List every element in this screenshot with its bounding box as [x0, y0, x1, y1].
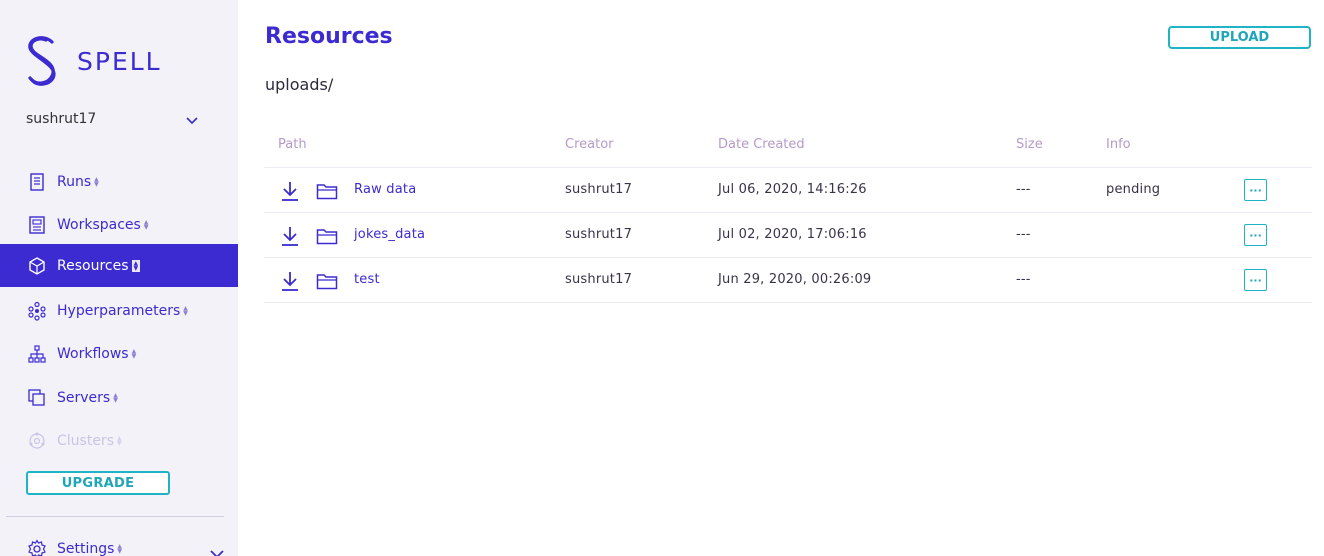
- sort-icon: ▲ ▼: [117, 543, 123, 555]
- resource-date: Jun 29, 2020, 00:26:09: [718, 272, 872, 287]
- sort-icon: ▲ ▼: [183, 304, 188, 317]
- spell-logo-icon: [28, 36, 56, 86]
- resource-date: Jul 06, 2020, 14:16:26: [718, 182, 867, 197]
- resource-name[interactable]: jokes_data: [354, 227, 425, 242]
- brand-name: SPELL: [77, 46, 162, 76]
- hierarchy-icon: [27, 344, 47, 364]
- table-row: Raw data sushrut17 Jul 06, 2020, 14:16:2…: [264, 168, 1312, 213]
- sidebar-item-label: Runs: [57, 173, 92, 190]
- chevron-down-icon: [186, 110, 198, 129]
- page-title: Resources: [265, 24, 393, 49]
- sidebar-item-workflows[interactable]: Workflows ▲ ▼: [0, 332, 238, 375]
- resource-size: ---: [1016, 227, 1031, 242]
- sidebar: SPELL sushrut17 Runs ▲ ▼ Workspaces ▲ ▼ Re…: [0, 0, 238, 556]
- resource-size: ---: [1016, 182, 1031, 197]
- sort-icon: ▲ ▼: [94, 175, 99, 188]
- sidebar-item-label: Workspaces: [57, 216, 141, 233]
- header-info[interactable]: Info: [1106, 137, 1131, 152]
- breadcrumb[interactable]: uploads/: [265, 75, 333, 94]
- table-header: Path Creator Date Created Size Info: [264, 128, 1312, 168]
- sort-icon: ▲ ▼: [131, 259, 141, 272]
- resource-date: Jul 02, 2020, 17:06:16: [718, 227, 867, 242]
- sort-icon: ▲ ▼: [131, 347, 137, 360]
- header-path[interactable]: Path: [278, 137, 307, 152]
- sidebar-item-runs[interactable]: Runs ▲ ▼: [0, 160, 238, 203]
- gear-icon: [27, 539, 47, 556]
- more-options-button[interactable]: ···: [1244, 224, 1267, 246]
- user-switcher[interactable]: sushrut17: [26, 109, 198, 129]
- header-date[interactable]: Date Created: [718, 137, 805, 152]
- sort-icon: ▲ ▼: [113, 391, 118, 404]
- table-row: test sushrut17 Jun 29, 2020, 00:26:09 --…: [264, 258, 1312, 303]
- resource-name[interactable]: test: [354, 272, 380, 287]
- sidebar-item-clusters: Clusters ▲ ▼: [0, 419, 238, 462]
- resource-name[interactable]: Raw data: [354, 182, 416, 197]
- sidebar-item-resources[interactable]: Resources ▲ ▼: [0, 244, 238, 287]
- dots-grid-icon: [27, 301, 47, 321]
- sort-icon: ▲ ▼: [116, 434, 122, 447]
- cube-icon: [27, 256, 47, 276]
- sidebar-item-label: Servers: [57, 389, 111, 406]
- stacked-squares-icon: [27, 388, 47, 408]
- header-size[interactable]: Size: [1016, 137, 1043, 152]
- sort-icon: ▲ ▼: [143, 218, 149, 231]
- sidebar-item-servers[interactable]: Servers ▲ ▼: [0, 376, 238, 419]
- chevron-down-icon[interactable]: [210, 544, 224, 556]
- download-icon[interactable]: [280, 270, 300, 292]
- sidebar-item-hyperparameters[interactable]: Hyperparameters ▲ ▼: [0, 289, 238, 332]
- resources-table: Path Creator Date Created Size Info Raw …: [264, 128, 1312, 303]
- folder-icon: [316, 182, 338, 200]
- resource-size: ---: [1016, 272, 1031, 287]
- more-options-button[interactable]: ···: [1244, 179, 1267, 201]
- folder-icon: [316, 272, 338, 290]
- cluster-icon: [27, 431, 47, 451]
- upload-button[interactable]: UPLOAD: [1168, 26, 1311, 49]
- sidebar-item-settings[interactable]: Settings ▲ ▼: [0, 529, 238, 556]
- resource-creator: sushrut17: [565, 182, 633, 197]
- sidebar-item-label: Workflows: [57, 345, 129, 362]
- settings-label: Settings: [57, 541, 115, 556]
- sidebar-item-label: Clusters: [57, 432, 114, 449]
- more-options-button[interactable]: ···: [1244, 269, 1267, 291]
- sidebar-divider: [6, 516, 224, 517]
- user-name: sushrut17: [26, 111, 97, 127]
- spell-logo[interactable]: SPELL: [24, 34, 162, 88]
- sidebar-item-label: Resources: [57, 257, 129, 274]
- resource-info: pending: [1106, 182, 1161, 197]
- header-creator[interactable]: Creator: [565, 137, 614, 152]
- upgrade-button[interactable]: UPGRADE: [26, 471, 170, 495]
- folder-icon: [316, 227, 338, 245]
- resource-creator: sushrut17: [565, 227, 633, 242]
- resource-creator: sushrut17: [565, 272, 633, 287]
- sidebar-item-label: Hyperparameters: [57, 302, 181, 319]
- document-icon: [27, 172, 47, 192]
- download-icon[interactable]: [280, 180, 300, 202]
- notebook-icon: [27, 215, 47, 235]
- sidebar-item-workspaces[interactable]: Workspaces ▲ ▼: [0, 203, 238, 246]
- download-icon[interactable]: [280, 225, 300, 247]
- table-row: jokes_data sushrut17 Jul 02, 2020, 17:06…: [264, 213, 1312, 258]
